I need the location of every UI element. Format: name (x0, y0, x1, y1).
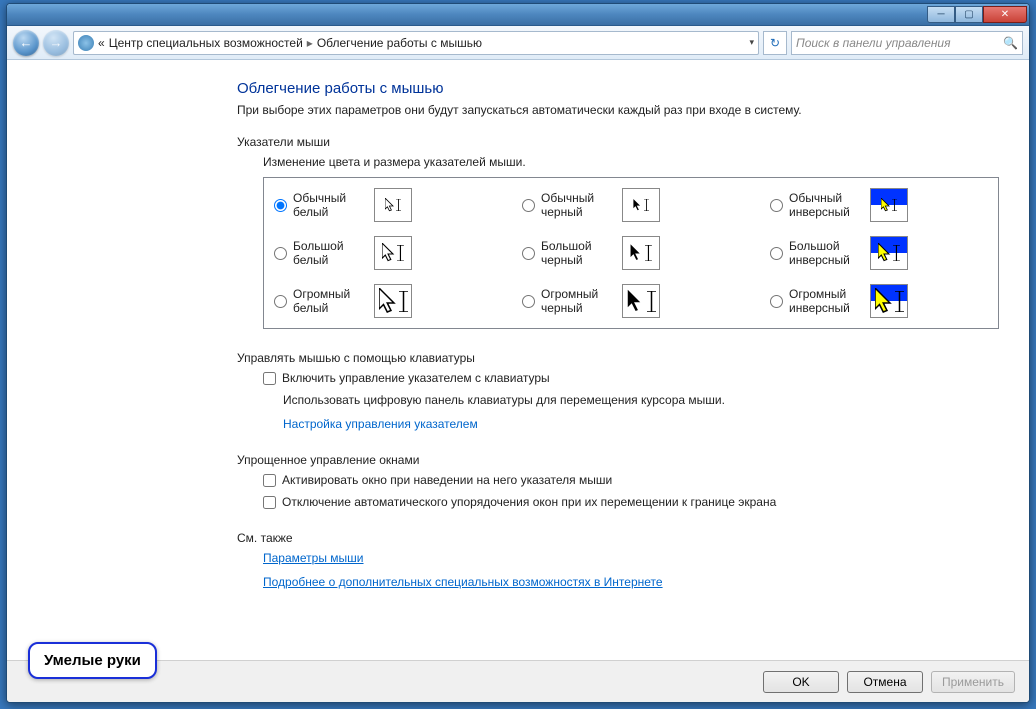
breadcrumb[interactable]: « Центр специальных возможностей ▸ Облег… (73, 31, 759, 55)
pointer-label: Большойбелый (293, 239, 368, 268)
breadcrumb-prefix: « (98, 36, 105, 50)
pointer-option[interactable]: Большойчерный (522, 236, 740, 270)
more-accessibility-link[interactable]: Подробнее о дополнительных специальных в… (263, 575, 999, 589)
pointer-option[interactable]: Обычныйчерный (522, 188, 740, 222)
disable-snap-checkbox[interactable] (263, 496, 276, 509)
pointer-preview (374, 188, 412, 222)
navbar: ← → « Центр специальных возможностей ▸ О… (7, 26, 1029, 60)
search-placeholder: Поиск в панели управления (796, 36, 951, 50)
pointer-radio[interactable] (770, 199, 783, 212)
section-keyboard: Управлять мышью с помощью клавиатуры (237, 351, 999, 365)
section-pointers: Указатели мыши (237, 135, 999, 149)
pointer-label: Большойинверсный (789, 239, 864, 268)
search-icon: 🔍 (1003, 36, 1018, 50)
pointer-option[interactable]: Большойбелый (274, 236, 492, 270)
search-input[interactable]: Поиск в панели управления 🔍 (791, 31, 1023, 55)
activate-on-hover-checkbox[interactable] (263, 474, 276, 487)
pointer-option[interactable]: Огромныйчерный (522, 284, 740, 318)
checkbox-label: Включить управление указателем с клавиат… (282, 371, 550, 385)
pointer-label: Обычныйинверсный (789, 191, 864, 220)
pointer-settings-link[interactable]: Настройка управления указателем (283, 417, 999, 431)
pointer-label: Обычныйбелый (293, 191, 368, 220)
pointer-option[interactable]: Огромныйбелый (274, 284, 492, 318)
pointer-label: Огромныйбелый (293, 287, 368, 316)
pointer-radio[interactable] (522, 199, 535, 212)
pointer-grid: Обычныйбелый Обычныйчерный Обычныйинверс… (263, 177, 999, 329)
pointer-label: Обычныйчерный (541, 191, 616, 220)
content-area: Облегчение работы с мышью При выборе эти… (7, 60, 1029, 660)
control-panel-icon (78, 35, 94, 51)
breadcrumb-item[interactable]: Облегчение работы с мышью (317, 36, 482, 50)
dialog-window: ─ ▢ ✕ ← → « Центр специальных возможност… (6, 3, 1030, 703)
pointer-preview (870, 236, 908, 270)
pointer-option[interactable]: Обычныйбелый (274, 188, 492, 222)
section-windows: Упрощенное управление окнами (237, 453, 999, 467)
pointer-option[interactable]: Большойинверсный (770, 236, 988, 270)
forward-button[interactable]: → (43, 30, 69, 56)
section-seealso: См. также (237, 531, 999, 545)
pointer-preview (870, 284, 908, 318)
back-button[interactable]: ← (13, 30, 39, 56)
pointer-preview (622, 188, 660, 222)
pointer-preview (870, 188, 908, 222)
watermark-badge: Умелые руки (28, 642, 157, 679)
maximize-button[interactable]: ▢ (955, 6, 983, 23)
keyboard-desc: Использовать цифровую панель клавиатуры … (283, 393, 999, 407)
pointer-preview (622, 284, 660, 318)
pointer-preview (374, 236, 412, 270)
pointer-preview (374, 284, 412, 318)
page-title: Облегчение работы с мышью (237, 80, 999, 97)
breadcrumb-item[interactable]: Центр специальных возможностей (109, 36, 303, 50)
pointer-label: Огромныйчерный (541, 287, 616, 316)
titlebar: ─ ▢ ✕ (7, 4, 1029, 26)
refresh-button[interactable]: ↻ (763, 31, 787, 55)
dialog-footer: OK Отмена Применить (7, 660, 1029, 702)
minimize-button[interactable]: ─ (927, 6, 955, 23)
pointer-radio[interactable] (770, 247, 783, 260)
pointer-preview (622, 236, 660, 270)
cancel-button[interactable]: Отмена (847, 671, 923, 693)
chevron-right-icon: ▸ (307, 36, 313, 50)
checkbox-label: Отключение автоматического упорядочения … (282, 495, 776, 509)
mouse-settings-link[interactable]: Параметры мыши (263, 551, 999, 565)
enable-keyboard-pointer-checkbox[interactable] (263, 372, 276, 385)
pointer-radio[interactable] (274, 247, 287, 260)
close-button[interactable]: ✕ (983, 6, 1027, 23)
pointer-radio[interactable] (522, 295, 535, 308)
checkbox-label: Активировать окно при наведении на него … (282, 473, 612, 487)
pointer-radio[interactable] (770, 295, 783, 308)
apply-button[interactable]: Применить (931, 671, 1015, 693)
pointer-radio[interactable] (522, 247, 535, 260)
pointers-intro: Изменение цвета и размера указателей мыш… (263, 155, 999, 169)
ok-button[interactable]: OK (763, 671, 839, 693)
pointer-radio[interactable] (274, 199, 287, 212)
pointer-label: Огромныйинверсный (789, 287, 864, 316)
pointer-radio[interactable] (274, 295, 287, 308)
pointer-option[interactable]: Обычныйинверсный (770, 188, 988, 222)
page-subtitle: При выборе этих параметров они будут зап… (237, 103, 999, 117)
dropdown-icon[interactable]: ▾ (749, 37, 754, 48)
pointer-option[interactable]: Огромныйинверсный (770, 284, 988, 318)
pointer-label: Большойчерный (541, 239, 616, 268)
